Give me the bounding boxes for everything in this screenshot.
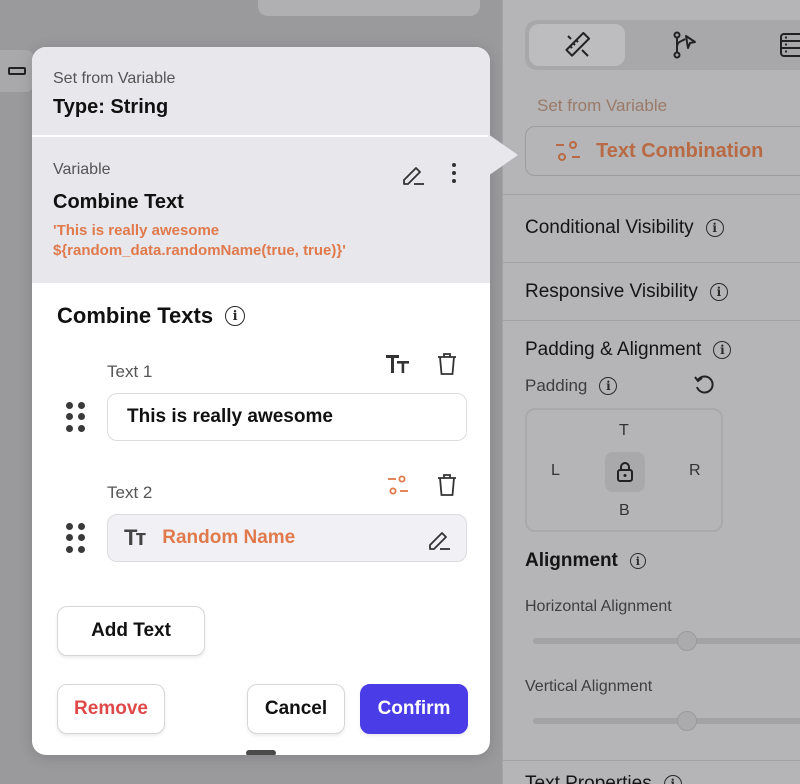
variable-source-button[interactable]: [384, 471, 412, 499]
delete-text1-button[interactable]: [433, 350, 461, 378]
tab-properties[interactable]: [529, 24, 625, 66]
vertical-alignment-knob[interactable]: [677, 711, 697, 731]
add-text-button[interactable]: Add Text: [57, 606, 205, 656]
widget-icon: [8, 67, 26, 75]
horizontal-alignment-slider[interactable]: [533, 638, 800, 644]
canvas-top-toolbar: [258, 0, 480, 16]
panel-tabs: [525, 20, 800, 70]
dialog-drag-handle-bottom[interactable]: [246, 750, 276, 755]
dialog-pointer: [488, 134, 518, 176]
set-from-variable-label: Set from Variable: [537, 96, 668, 115]
section-conditional-visibility[interactable]: Conditional Visibility i: [503, 194, 800, 262]
dialog-header: Set from Variable Type: String: [32, 47, 490, 135]
padding-lock-button[interactable]: [605, 452, 645, 492]
lock-icon: [617, 462, 633, 482]
horizontal-alignment-knob[interactable]: [677, 631, 697, 651]
dialog-title: Set from Variable: [53, 70, 176, 87]
section-text-properties[interactable]: Text Properties i: [503, 760, 800, 784]
properties-panel: Set from Variable Text Combination Condi…: [502, 0, 800, 784]
reset-icon[interactable]: [693, 374, 715, 396]
variable-source-field[interactable]: Text Combination: [525, 126, 800, 176]
sliders-icon: [388, 475, 408, 495]
text-type-icon: [386, 355, 409, 373]
info-icon[interactable]: i: [225, 306, 246, 326]
section-title: Text Properties: [525, 773, 652, 784]
info-icon[interactable]: i: [705, 219, 724, 237]
section-title: Conditional Visibility: [525, 217, 694, 238]
vertical-alignment-slider[interactable]: [533, 718, 800, 724]
padding-top[interactable]: T: [619, 422, 629, 440]
combine-texts-title-row: Combine Texts i: [57, 303, 246, 329]
cancel-button[interactable]: Cancel: [247, 684, 345, 734]
pencil-icon[interactable]: [426, 526, 452, 552]
variable-label: Variable: [53, 161, 111, 178]
pencil-icon[interactable]: [400, 161, 426, 187]
padding-editor: T L R B: [525, 408, 723, 532]
tab-actions[interactable]: [637, 24, 733, 66]
trash-icon: [438, 353, 456, 375]
sliders-icon: [556, 141, 580, 161]
section-title: Responsive Visibility: [525, 281, 698, 302]
alignment-title-row: Alignment i: [525, 550, 646, 572]
padding-bottom[interactable]: B: [619, 502, 630, 520]
variable-source-label: Text Combination: [596, 139, 764, 162]
trash-icon: [438, 474, 456, 496]
drag-grip-icon[interactable]: [66, 523, 86, 553]
info-icon[interactable]: i: [629, 553, 646, 569]
set-from-variable-dialog: Set from Variable Type: String Variable …: [32, 47, 490, 755]
padding-label: Padding: [525, 376, 588, 395]
text1-input[interactable]: This is really awesome: [107, 393, 467, 441]
left-tool-button[interactable]: [0, 50, 34, 92]
delete-text2-button[interactable]: [433, 471, 461, 499]
text2-label: Text 2: [107, 483, 153, 502]
section-title: Padding & Alignment: [525, 339, 702, 360]
alignment-title: Alignment: [525, 550, 618, 571]
text2-variable-chip[interactable]: Tт Random Name: [107, 514, 467, 562]
text1-label: Text 1: [107, 362, 153, 381]
type-label: Type: String: [53, 96, 169, 118]
database-icon: [780, 33, 800, 57]
branch-cursor-icon: [673, 31, 696, 59]
confirm-button[interactable]: Confirm: [360, 684, 468, 734]
text-style-button[interactable]: [384, 350, 412, 378]
variable-name: Combine Text: [53, 191, 184, 213]
text-type-icon: Tт: [124, 525, 146, 550]
drag-grip-icon[interactable]: [66, 402, 86, 432]
info-icon[interactable]: i: [713, 341, 732, 359]
section-responsive-visibility[interactable]: Responsive Visibility i: [503, 262, 800, 320]
padding-right[interactable]: R: [689, 462, 701, 480]
horizontal-alignment-label: Horizontal Alignment: [525, 598, 672, 615]
padding-label-row: Padding i: [525, 376, 618, 396]
info-icon[interactable]: i: [709, 283, 728, 301]
tab-backend[interactable]: [745, 24, 800, 66]
info-icon[interactable]: i: [663, 775, 682, 784]
vertical-alignment-label: Vertical Alignment: [525, 678, 653, 695]
remove-button[interactable]: Remove: [57, 684, 165, 734]
text2-variable-name: Random Name: [162, 527, 296, 548]
padding-left[interactable]: L: [551, 462, 560, 480]
variable-card: Variable Combine Text 'This is really aw…: [32, 137, 490, 283]
info-icon[interactable]: i: [599, 377, 618, 395]
variable-value: 'This is really awesome ${random_data.ra…: [53, 222, 346, 259]
more-options-icon[interactable]: [444, 159, 464, 187]
ruler-pencil-icon: [565, 31, 591, 57]
combine-texts-title: Combine Texts: [57, 303, 214, 328]
